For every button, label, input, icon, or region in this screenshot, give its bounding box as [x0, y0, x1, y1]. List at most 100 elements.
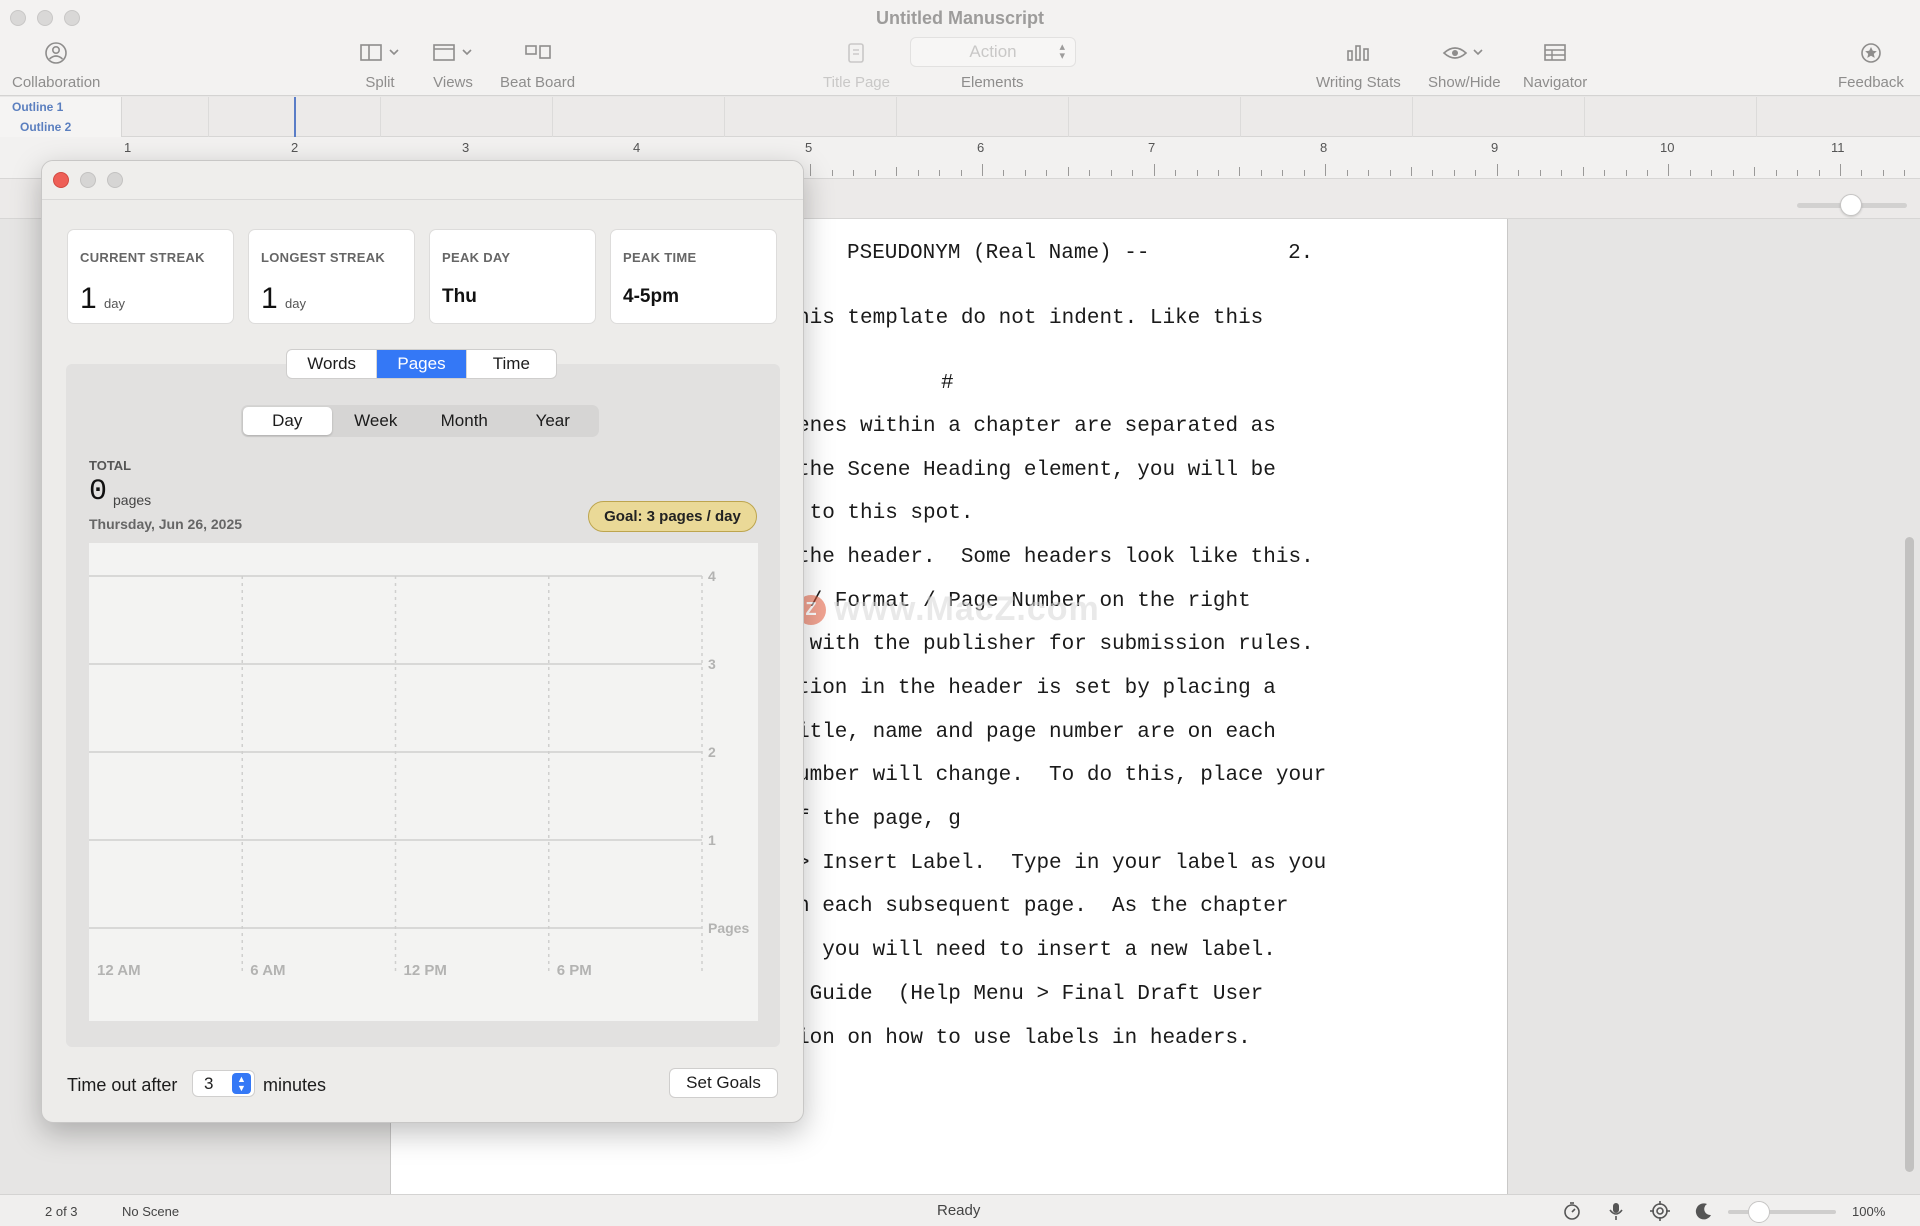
total-value: 0: [89, 475, 108, 509]
title-page-button[interactable]: Title Page: [823, 40, 890, 91]
page-zoom-knob[interactable]: [1840, 194, 1862, 216]
tab-pages[interactable]: Pages: [377, 350, 467, 378]
writing-stats-label: Writing Stats: [1316, 74, 1401, 91]
panel-zoom-button[interactable]: [107, 172, 123, 188]
ruler-tick: [1217, 170, 1219, 176]
timeout-stepper[interactable]: 3 ▲ ▼: [192, 1070, 255, 1097]
card-unit: day: [285, 296, 306, 311]
watermark: Z www.MacZ.com: [796, 590, 1100, 629]
ruler-number: 4: [633, 140, 641, 155]
outline-item-2[interactable]: Outline 2: [0, 117, 121, 137]
ruler-tick: [1089, 170, 1091, 176]
current-streak-card: CURRENT STREAK 1 day: [67, 229, 234, 324]
goal-badge[interactable]: Goal: 3 pages / day: [588, 501, 757, 532]
navigator-icon: [1543, 40, 1567, 66]
beat-board-button[interactable]: Beat Board: [500, 40, 575, 91]
views-label: Views: [433, 74, 473, 91]
text-line: to this spot.: [797, 502, 974, 525]
ruler-tick: [1539, 170, 1541, 176]
y-tick-label: 2: [708, 744, 716, 760]
elements-label: Elements: [961, 74, 1024, 91]
title-page-icon: [847, 40, 865, 66]
target-icon[interactable]: [1650, 1201, 1670, 1221]
total-date: Thursday, Jun 26, 2025: [89, 516, 243, 532]
card-value: 4-5pm: [623, 286, 679, 307]
show-hide-button[interactable]: Show/Hide: [1428, 40, 1501, 91]
scene-indicator: No Scene: [122, 1204, 180, 1219]
views-button[interactable]: Views: [432, 40, 474, 91]
chart-svg: 4 3 2 1 Pages 12 AM 6 AM 12 PM 6 PM: [89, 568, 749, 979]
writing-stats-panel: CURRENT STREAK 1 day LONGEST STREAK 1 da…: [41, 160, 804, 1123]
ruler-tick: [1303, 170, 1305, 176]
x-tick-label: 6 PM: [557, 962, 592, 979]
page-header: PSEUDONYM (Real Name) -- 2.: [847, 242, 1314, 265]
ruler-tick: [1175, 170, 1177, 176]
card-unit: day: [104, 296, 125, 311]
panel-minimize-button[interactable]: [80, 172, 96, 188]
feedback-label: Feedback: [1838, 74, 1904, 91]
ruler-tick: [1732, 170, 1734, 176]
ruler-tick: [1904, 170, 1906, 176]
ruler-tick: [1561, 170, 1563, 176]
card-value: 1: [80, 282, 97, 315]
zoom-slider-knob[interactable]: [1748, 1201, 1770, 1223]
y-tick-label: 1: [708, 832, 716, 848]
split-label: Split: [365, 74, 395, 91]
tab-month[interactable]: Month: [420, 407, 509, 435]
views-icon: [432, 40, 474, 66]
stepper-arrows-icon[interactable]: ▲ ▼: [232, 1073, 251, 1094]
ruler-number: 8: [1320, 140, 1328, 155]
bar-chart-icon: [1346, 40, 1370, 66]
collaboration-button[interactable]: Collaboration: [12, 40, 100, 91]
window-title: Untitled Manuscript: [875, 8, 1044, 28]
peak-time-card: PEAK TIME 4-5pm: [610, 229, 777, 324]
ruler-tick: [939, 170, 941, 176]
ruler-tick: [1496, 164, 1498, 176]
navigator-button[interactable]: Navigator: [1523, 40, 1587, 91]
y-axis-label: Pages: [708, 920, 749, 936]
eye-icon: [1442, 40, 1486, 66]
ruler-tick: [1046, 170, 1048, 176]
timeout-value: 3: [204, 1074, 214, 1093]
tab-words[interactable]: Words: [287, 350, 378, 378]
ruler-tick: [1840, 164, 1841, 176]
total-unit: pages: [113, 492, 152, 508]
moon-icon[interactable]: [1694, 1201, 1714, 1221]
zoom-slider[interactable]: [1728, 1210, 1836, 1214]
x-tick-label: 12 AM: [97, 962, 141, 979]
text-line: itle, name and page number are on each: [797, 721, 1276, 744]
tab-day[interactable]: Day: [243, 407, 332, 435]
microphone-icon[interactable]: [1606, 1201, 1626, 1221]
watermark-text: www.MacZ.com: [834, 590, 1100, 628]
tab-year[interactable]: Year: [509, 407, 598, 435]
timer-icon[interactable]: [1562, 1201, 1582, 1221]
page-count: 2 of 3: [45, 1204, 78, 1219]
tab-week[interactable]: Week: [332, 407, 421, 435]
text-line: enes within a chapter are separated as: [797, 415, 1276, 438]
set-goals-button[interactable]: Set Goals: [669, 1068, 778, 1098]
card-caption: CURRENT STREAK: [80, 250, 205, 265]
tab-time[interactable]: Time: [467, 350, 556, 378]
vertical-scrollbar[interactable]: [1905, 537, 1914, 1172]
ruler-tick: [1153, 164, 1155, 176]
ruler-tick: [896, 167, 898, 176]
feedback-button[interactable]: Feedback: [1838, 40, 1904, 91]
split-button[interactable]: Split: [359, 40, 401, 91]
ruler-tick: [1582, 167, 1584, 176]
ruler-tick: [874, 170, 876, 176]
ruler-number: 10: [1660, 140, 1675, 155]
longest-streak-card: LONGEST STREAK 1 day: [248, 229, 415, 324]
ruler-number: 7: [1148, 140, 1156, 155]
ruler-tick: [1003, 170, 1005, 176]
ruler-tick: [1625, 170, 1627, 176]
text-line: umber will change. To do this, place you…: [797, 764, 1327, 787]
y-tick-label: 4: [708, 568, 716, 584]
outline-item-1[interactable]: Outline 1: [0, 97, 121, 117]
ruler-tick: [1818, 170, 1820, 176]
panel-close-button[interactable]: [53, 172, 69, 188]
writing-stats-button[interactable]: Writing Stats: [1316, 40, 1401, 91]
ruler-tick: [1646, 170, 1648, 176]
beat-board-label: Beat Board: [500, 74, 576, 91]
ruler-number: 2: [291, 140, 299, 155]
ruler-tick: [1797, 170, 1799, 176]
